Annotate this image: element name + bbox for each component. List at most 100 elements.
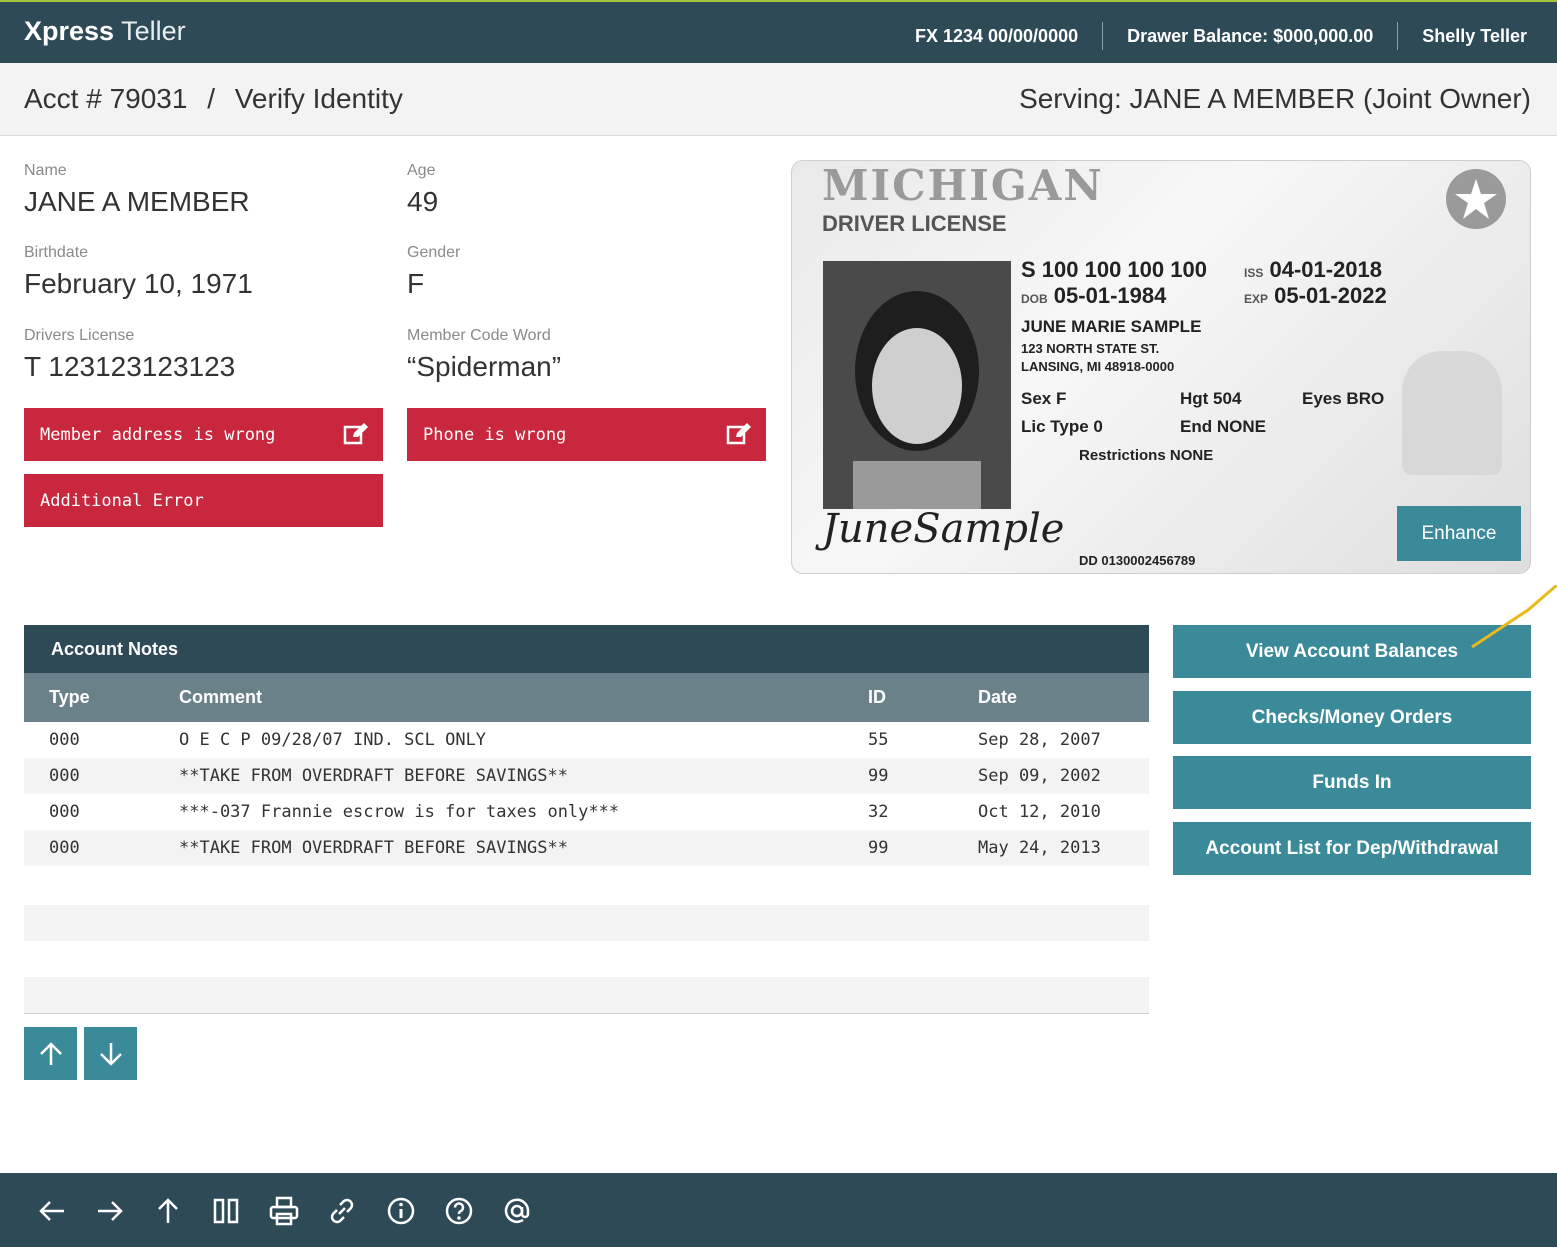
arrow-right-icon[interactable] [94,1195,126,1227]
empty-table-row [24,905,1149,941]
divider [24,1013,1149,1014]
page-title: Verify Identity [234,83,403,114]
address-error-button[interactable]: Member address is wrong [24,408,383,461]
edit-icon[interactable] [726,422,752,446]
license-label: Drivers License [24,327,135,344]
address-error-label: Member address is wrong [40,424,276,445]
codeword-value: “Spiderman” [407,351,562,382]
scroll-down-button[interactable] [84,1027,137,1080]
license-dd: DD 0130002456789 [1079,553,1196,568]
link-icon[interactable] [326,1195,358,1227]
account-list-button[interactable]: Account List for Dep/Withdrawal [1173,822,1531,875]
print-icon[interactable] [268,1195,300,1227]
phone-error-button[interactable]: Phone is wrong [407,408,766,461]
name-value: JANE A MEMBER [24,186,250,217]
age-value: 49 [407,186,439,217]
drawer-balance: Drawer Balance: $000,000.00 [1127,25,1374,46]
birthdate-field: Birthdate February 10, 1971 [24,244,253,300]
column-header-comment[interactable]: Comment [179,687,262,708]
license-address1: 123 NORTH STATE ST. [1021,341,1160,356]
at-icon[interactable] [501,1195,533,1227]
arrow-down-icon [99,1042,122,1066]
age-field: Age 49 [407,162,438,218]
license-end: End NONE [1180,417,1266,436]
columns-icon[interactable] [210,1195,242,1227]
column-header-date[interactable]: Date [978,687,1017,708]
gender-field: Gender F [407,244,460,300]
table-row[interactable]: 000 **TAKE FROM OVERDRAFT BEFORE SAVINGS… [24,830,1149,866]
additional-error-button[interactable]: Additional Error [24,474,383,527]
license-dob: DOB 05-01-1984 [1021,283,1167,308]
cell-comment: **TAKE FROM OVERDRAFT BEFORE SAVINGS** [179,838,568,858]
brand-light: Teller [121,16,186,46]
license-number: S 100 100 100 100 [1021,257,1207,282]
license-address2: LANSING, MI 48918-0000 [1021,359,1175,374]
breadcrumb-account[interactable]: Acct # 79031 [24,83,187,114]
help-icon[interactable] [443,1195,475,1227]
top-bar: Xpress Teller FX 1234 00/00/0000 Drawer … [0,0,1557,63]
license-signature: JuneSample [822,506,1065,552]
cell-type: 000 [49,730,80,750]
cell-id: 32 [868,802,889,822]
name-label: Name [24,162,67,179]
app-logo: Xpress Teller [24,16,186,47]
notes-header-row: Type Comment ID Date [24,673,1149,722]
enhance-button[interactable]: Enhance [1397,506,1521,561]
star-seal-icon [1446,169,1506,229]
empty-table-row [24,977,1149,1013]
additional-error-label: Additional Error [40,490,204,511]
license-photo [823,261,1011,509]
checks-money-orders-button[interactable]: Checks/Money Orders [1173,691,1531,744]
table-row[interactable]: 000 O E C P 09/28/07 IND. SCL ONLY 55 Se… [24,722,1149,758]
page-header: Acct # 79031 / Verify Identity Serving: … [0,63,1557,136]
license-restrictions: Restrictions NONE [1079,447,1214,464]
cell-date: Sep 09, 2002 [978,766,1101,786]
cell-comment: **TAKE FROM OVERDRAFT BEFORE SAVINGS** [179,766,568,786]
license-ghost-photo [1402,351,1502,475]
license-height: Hgt 504 [1180,389,1242,408]
birthdate-value: February 10, 1971 [24,268,253,299]
breadcrumb: Acct # 79031 / Verify Identity [24,83,403,115]
brand-bold: Xpress [24,16,115,46]
arrow-up-icon[interactable] [152,1195,184,1227]
cell-date: May 24, 2013 [978,838,1101,858]
license-lic-type: Lic Type 0 [1021,417,1103,436]
cell-id: 99 [868,838,889,858]
license-iss: ISS 04-01-2018 [1244,257,1383,282]
info-icon[interactable] [385,1195,417,1227]
column-header-type[interactable]: Type [49,687,90,708]
cell-comment: ***-037 Frannie escrow is for taxes only… [179,802,620,822]
serving-member: Serving: JANE A MEMBER (Joint Owner) [1019,83,1531,114]
table-row[interactable]: 000 **TAKE FROM OVERDRAFT BEFORE SAVINGS… [24,758,1149,794]
cell-type: 000 [49,838,80,858]
edit-icon[interactable] [343,422,369,446]
column-header-id[interactable]: ID [868,687,886,708]
funds-in-button[interactable]: Funds In [1173,756,1531,809]
annotation-arrow [1471,585,1557,649]
table-row[interactable]: 000 ***-037 Frannie escrow is for taxes … [24,794,1149,830]
divider [1102,22,1104,50]
phone-error-label: Phone is wrong [423,424,567,445]
license-holder-name: JUNE MARIE SAMPLE [1021,317,1202,336]
scroll-up-button[interactable] [24,1027,77,1080]
cell-id: 55 [868,730,889,750]
gender-label: Gender [407,244,461,261]
arrow-left-icon[interactable] [36,1195,68,1227]
fx-info: FX 1234 00/00/0000 [914,25,1079,46]
cell-date: Oct 12, 2010 [978,802,1101,822]
license-field: Drivers License T 123123123123 [24,327,235,383]
notes-body: 000 O E C P 09/28/07 IND. SCL ONLY 55 Se… [24,722,1149,866]
license-state: MICHIGAN [822,161,1104,210]
license-sex: Sex F [1021,389,1067,408]
cell-id: 99 [868,766,889,786]
license-exp: EXP 05-01-2022 [1244,283,1387,308]
cell-type: 000 [49,802,80,822]
notes-title: Account Notes [24,625,1149,673]
arrow-up-icon [39,1041,62,1065]
cell-date: Sep 28, 2007 [978,730,1101,750]
cell-comment: O E C P 09/28/07 IND. SCL ONLY [179,730,487,750]
birthdate-label: Birthdate [24,244,89,261]
bottom-toolbar [0,1173,1557,1247]
age-label: Age [407,162,436,179]
user-name[interactable]: Shelly Teller [1422,26,1527,47]
